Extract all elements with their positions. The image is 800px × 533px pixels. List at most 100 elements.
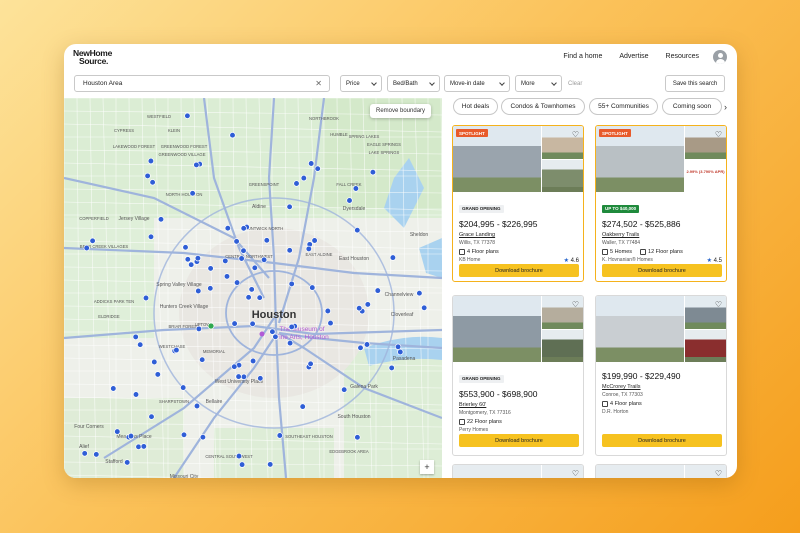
listing-main-photo[interactable] xyxy=(596,465,684,478)
community-link[interactable]: McCrorey Trails xyxy=(602,384,722,390)
map-pin xyxy=(224,225,231,232)
map-area-label: NORTH HOUSTON xyxy=(166,192,203,197)
map-pin xyxy=(207,285,214,292)
map-pin xyxy=(257,375,264,382)
heart-icon[interactable]: ♡ xyxy=(715,469,722,478)
filter-bed-bath[interactable]: Bed/Bath xyxy=(387,75,440,92)
map-area-label: West University Place xyxy=(215,379,264,385)
map-pin xyxy=(124,459,131,466)
heart-icon[interactable]: ♡ xyxy=(572,130,579,139)
listing-card[interactable]: 2.99% (3.790% APR) SPOTLIGHT ♡ UP TO $40… xyxy=(595,125,727,282)
chevron-down-icon xyxy=(371,80,377,86)
listing-card[interactable]: ♡ xyxy=(452,464,584,478)
map-pin xyxy=(354,434,361,441)
map-area-label: MEMORIAL xyxy=(203,349,226,354)
listing-card[interactable]: ♡ GRAND OPENING $553,900 - $698,900 Brie… xyxy=(452,295,584,456)
rating: ★ 4.6 xyxy=(563,258,579,264)
listing-photo[interactable] xyxy=(542,159,583,192)
listing-card[interactable]: ♡ $199,990 - $229,490 McCrorey Trails Co… xyxy=(595,295,727,456)
listing-main-photo[interactable] xyxy=(596,296,684,362)
download-brochure-button[interactable]: Download brochure xyxy=(602,434,722,447)
map-pin xyxy=(182,244,189,251)
map-pin xyxy=(193,402,201,410)
listing-badge: UP TO $40,000 xyxy=(602,204,640,213)
listing-photos[interactable]: SPOTLIGHT ♡ xyxy=(453,126,583,192)
listing-main-photo[interactable] xyxy=(453,465,541,478)
map-area-label: Spring Valley Village xyxy=(156,282,202,288)
listing-photos[interactable]: ♡ xyxy=(596,465,726,478)
user-icon[interactable] xyxy=(713,50,727,64)
map-pin xyxy=(300,174,307,182)
listing-photo[interactable] xyxy=(542,329,583,362)
nav-find-a-home[interactable]: Find a home xyxy=(563,53,602,60)
filter-price[interactable]: Price xyxy=(340,75,382,92)
community-link[interactable]: Grace Landing xyxy=(459,232,579,238)
floorplan-icon xyxy=(602,401,608,407)
map-pin xyxy=(195,287,202,295)
map-area-label: South Houston xyxy=(337,414,370,420)
heart-icon[interactable]: ♡ xyxy=(572,300,579,309)
chevron-down-icon xyxy=(499,80,505,86)
map-pin xyxy=(314,165,321,172)
listing-photos[interactable]: ♡ xyxy=(453,465,583,478)
listing-location: Waller, TX 77484 xyxy=(602,240,641,246)
search-input[interactable]: Houston Area ✕ xyxy=(74,75,330,92)
map-pin xyxy=(305,245,312,253)
map[interactable]: WESTFIELD NORTHBROOK CYPRESS KLEIN GREENWOOD… xyxy=(64,98,442,478)
map-pin xyxy=(364,301,371,308)
map-pin xyxy=(154,371,161,378)
listing-info: $199,990 - $229,490 McCrorey Trails Conr… xyxy=(602,367,722,415)
map-pin xyxy=(394,343,402,350)
map-pin xyxy=(352,185,360,192)
map-pin xyxy=(249,320,256,327)
chip-coming-soon[interactable]: Coming soon xyxy=(662,98,722,115)
listing-info: GRAND OPENING $553,900 - $698,900 Brierl… xyxy=(459,367,579,433)
clear-filters-link[interactable]: Clear xyxy=(568,81,582,87)
chevron-right-icon[interactable]: › xyxy=(724,102,727,112)
map-canvas[interactable]: WESTFIELD NORTHBROOK CYPRESS KLEIN GREENWOOD… xyxy=(64,98,442,478)
map-area-label: WESTFIELD xyxy=(147,114,171,119)
download-brochure-button[interactable]: Download brochure xyxy=(459,264,579,277)
listing-card[interactable]: SPOTLIGHT ♡ GRAND OPENING $204,995 - $22… xyxy=(452,125,584,282)
map-area-label: SHARPSTOWN xyxy=(159,399,189,404)
rating: ★ 4.5 xyxy=(706,258,722,264)
chip-55-communities[interactable]: 55+ Communities xyxy=(589,98,658,115)
floor-plan-count: 12 Floor plans xyxy=(648,249,683,255)
map-pin xyxy=(363,341,371,348)
listing-photos[interactable]: 2.99% (3.790% APR) SPOTLIGHT ♡ xyxy=(596,126,726,192)
map-pin xyxy=(356,305,363,312)
map-pin xyxy=(272,333,279,340)
download-brochure-button[interactable]: Download brochure xyxy=(602,264,722,277)
listing-photos[interactable]: ♡ xyxy=(453,296,583,362)
zoom-in-button[interactable]: + xyxy=(420,460,434,474)
remove-boundary-button[interactable]: Remove boundary xyxy=(370,104,432,118)
map-area-label: SPRING LAKES xyxy=(349,134,380,139)
save-search-button[interactable]: Save this search xyxy=(665,75,725,92)
listing-photos[interactable]: ♡ xyxy=(596,296,726,362)
filter-more[interactable]: More xyxy=(515,75,562,92)
listing-photo[interactable] xyxy=(685,329,726,362)
logo[interactable]: NewHome Source. xyxy=(73,49,112,66)
heart-icon[interactable]: ♡ xyxy=(715,130,722,139)
chip-hot-deals[interactable]: Hot deals xyxy=(453,98,498,115)
chip-condos-townhomes[interactable]: Condos & Townhomes xyxy=(501,98,585,115)
nav-resources[interactable]: Resources xyxy=(666,53,699,60)
map-pin xyxy=(193,161,200,169)
heart-icon[interactable]: ♡ xyxy=(715,300,722,309)
close-icon[interactable]: ✕ xyxy=(315,79,322,88)
listing-card[interactable]: ♡ xyxy=(595,464,727,478)
community-link[interactable]: Brierley 60' xyxy=(459,402,579,408)
listing-badge: GRAND OPENING xyxy=(459,204,504,213)
map-area-label: ADDICKS PARK TEN xyxy=(94,299,134,304)
filter-move-in-date[interactable]: Move-in date xyxy=(444,75,510,92)
listing-location: Willis, TX 77378 xyxy=(459,240,496,246)
nav-advertise[interactable]: Advertise xyxy=(619,53,648,60)
heart-icon[interactable]: ♡ xyxy=(572,469,579,478)
map-pin xyxy=(231,363,238,370)
listing-main-photo[interactable] xyxy=(453,296,541,362)
map-area-label: GREENSPOINT xyxy=(249,182,280,187)
community-link[interactable]: Oakberry Trails xyxy=(602,232,722,238)
map-area-label: Meadows Place xyxy=(116,434,152,440)
download-brochure-button[interactable]: Download brochure xyxy=(459,434,579,447)
map-pin xyxy=(309,284,316,291)
